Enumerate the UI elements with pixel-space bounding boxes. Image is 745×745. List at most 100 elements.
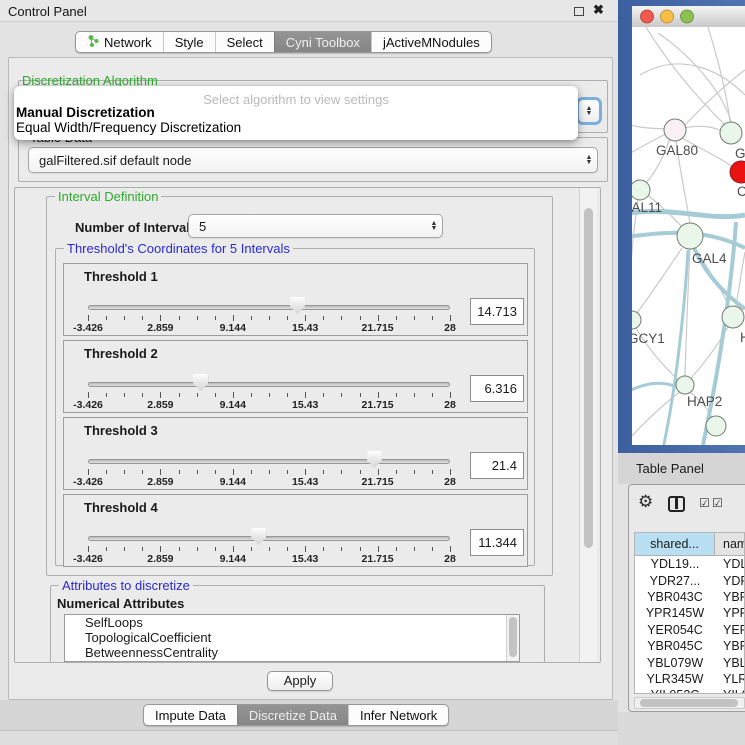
attribute-item-betweennesscentrality[interactable]: BetweennessCentrality (65, 645, 519, 660)
split-view-icon[interactable] (668, 496, 685, 512)
settings-vertical-scrollbar[interactable] (579, 188, 597, 662)
table-row[interactable]: YBR045CYBR0 (635, 638, 744, 654)
table-cell[interactable]: YBR0 (715, 638, 745, 654)
slider-track[interactable] (88, 459, 450, 464)
threshold-value-field[interactable]: 6.316 (470, 375, 524, 402)
mac-close-button[interactable] (641, 10, 654, 23)
table-row[interactable]: YDL19...YDL1 (635, 556, 744, 572)
table-row[interactable]: YLR345WYLR3 (635, 671, 744, 687)
table-cell[interactable]: YLR3 (715, 671, 745, 687)
network-node[interactable] (706, 416, 726, 436)
slider-tick (360, 316, 361, 320)
table-row[interactable]: YBL079WYBL0 (635, 654, 744, 670)
slider-tick-label: 2.859 (147, 476, 173, 488)
slider-track[interactable] (88, 382, 450, 387)
table-cell[interactable]: YBL079W (635, 654, 715, 670)
table-cell[interactable]: YIL052C (635, 687, 715, 694)
slider-thumb[interactable] (251, 528, 266, 545)
column-header-name[interactable]: name (715, 533, 745, 556)
slider-tick (305, 546, 306, 552)
algorithm-combo-stepper[interactable]: ▲▼ (576, 97, 602, 125)
slider-track[interactable] (88, 305, 450, 310)
threshold-value-field[interactable]: 21.4 (470, 452, 524, 479)
network-node[interactable] (623, 311, 641, 329)
threshold-value-field[interactable]: 11.344 (470, 529, 524, 556)
slider-tick-label: 2.859 (147, 399, 173, 411)
node-attribute-table[interactable]: shared...name YDL19...YDL1YDR27...YDR2YB… (634, 532, 745, 694)
threshold-box-1: Threshold 1-3.4262.8599.14415.4321.71528… (63, 263, 528, 336)
table-row[interactable]: YBR043CYBR0 (635, 589, 744, 605)
threshold-slider-4[interactable]: -3.4262.8599.14415.4321.71528 (88, 495, 450, 568)
column-header-shared-[interactable]: shared... (635, 533, 715, 556)
network-canvas[interactable]: GAL80GCGAL11GAL4GCY1HHAP2 (618, 0, 745, 453)
slider-thumb[interactable] (367, 451, 382, 468)
tab-network[interactable]: Network (76, 32, 163, 52)
tab-impute-data[interactable]: Impute Data (144, 705, 237, 725)
scrollbar-thumb[interactable] (509, 617, 517, 657)
network-view-window[interactable]: GAL80GCGAL11GAL4GCY1HHAP2 (618, 0, 745, 453)
algorithm-option-manual-discretization[interactable]: Manual Discretization (16, 105, 155, 120)
table-row[interactable]: YPR145WYPR1 (635, 605, 744, 621)
attribute-item-selfloops[interactable]: SelfLoops (65, 615, 519, 630)
mac-minimize-button[interactable] (661, 10, 674, 23)
table-cell[interactable]: YDL1 (715, 556, 745, 572)
close-icon[interactable]: ✖ (592, 3, 605, 16)
scrollbar-thumb[interactable] (584, 208, 593, 548)
float-window-icon[interactable] (574, 7, 584, 16)
mac-zoom-button[interactable] (681, 10, 694, 23)
checkbox-icon[interactable]: ☑ (699, 496, 710, 510)
table-cell[interactable]: YDR2 (715, 572, 745, 588)
attribute-item-topologicalcoefficient[interactable]: TopologicalCoefficient (65, 630, 519, 645)
slider-tick (179, 316, 180, 320)
network-node[interactable] (664, 119, 686, 141)
threshold-slider-1[interactable]: -3.4262.8599.14415.4321.71528 (88, 264, 450, 337)
tab-jactivemnodules[interactable]: jActiveMNodules (371, 32, 491, 52)
network-node[interactable] (676, 376, 694, 394)
number-of-intervals-combo[interactable]: 5 ▲▼ (188, 214, 443, 238)
table-row[interactable]: YER054CYER0 (635, 622, 744, 638)
table-cell[interactable]: YDR27... (635, 572, 715, 588)
network-node[interactable] (630, 180, 650, 200)
table-cell[interactable]: YIL0 (715, 687, 745, 694)
table-cell[interactable]: YBR043C (635, 589, 715, 605)
slider-tick (124, 393, 125, 397)
table-cell[interactable]: YLR345W (635, 671, 715, 687)
network-node[interactable] (677, 223, 703, 249)
apply-button[interactable]: Apply (267, 671, 333, 691)
slider-track[interactable] (88, 536, 450, 541)
table-row[interactable]: YIL052CYIL0 (635, 687, 744, 694)
tab-discretize-data[interactable]: Discretize Data (237, 705, 348, 725)
numerical-attributes-list[interactable]: SelfLoopsTopologicalCoefficientBetweenne… (64, 614, 520, 662)
attributes-list-scrollbar[interactable] (506, 615, 519, 661)
tab-select[interactable]: Select (215, 32, 274, 52)
slider-tick (88, 315, 89, 321)
scrollbar-thumb[interactable] (640, 699, 738, 707)
table-row[interactable]: YDR27...YDR2 (635, 572, 744, 588)
network-node[interactable] (722, 306, 744, 328)
slider-tick (106, 316, 107, 320)
table-cell[interactable]: YPR145W (635, 605, 715, 621)
table-cell[interactable]: YER0 (715, 622, 745, 638)
table-data-combo[interactable]: galFiltered.sif default node ▲▼ (28, 147, 598, 173)
checkbox-icon[interactable]: ☑ (712, 496, 723, 510)
settings-gear-icon[interactable]: ⚙ (638, 492, 653, 512)
slider-thumb[interactable] (290, 297, 305, 314)
network-node[interactable] (720, 122, 742, 144)
table-cell[interactable]: YBR0 (715, 589, 745, 605)
slider-tick (305, 392, 306, 398)
table-cell[interactable]: YPR1 (715, 605, 745, 621)
tab-infer-network[interactable]: Infer Network (348, 705, 448, 725)
algorithm-option-equal-width-frequency-discretization[interactable]: Equal Width/Frequency Discretization (16, 120, 241, 135)
table-cell[interactable]: YDL19... (635, 556, 715, 572)
threshold-slider-3[interactable]: -3.4262.8599.14415.4321.71528 (88, 418, 450, 491)
table-cell[interactable]: YBL0 (715, 654, 745, 670)
tab-style[interactable]: Style (163, 32, 215, 52)
threshold-value-field[interactable]: 14.713 (470, 298, 524, 325)
table-cell[interactable]: YBR045C (635, 638, 715, 654)
table-cell[interactable]: YER054C (635, 622, 715, 638)
slider-tick (341, 470, 342, 474)
slider-thumb[interactable] (193, 374, 208, 391)
control-panel-title: Control Panel (8, 4, 87, 19)
threshold-slider-2[interactable]: -3.4262.8599.14415.4321.71528 (88, 341, 450, 414)
tab-cyni-toolbox[interactable]: Cyni Toolbox (274, 32, 371, 52)
